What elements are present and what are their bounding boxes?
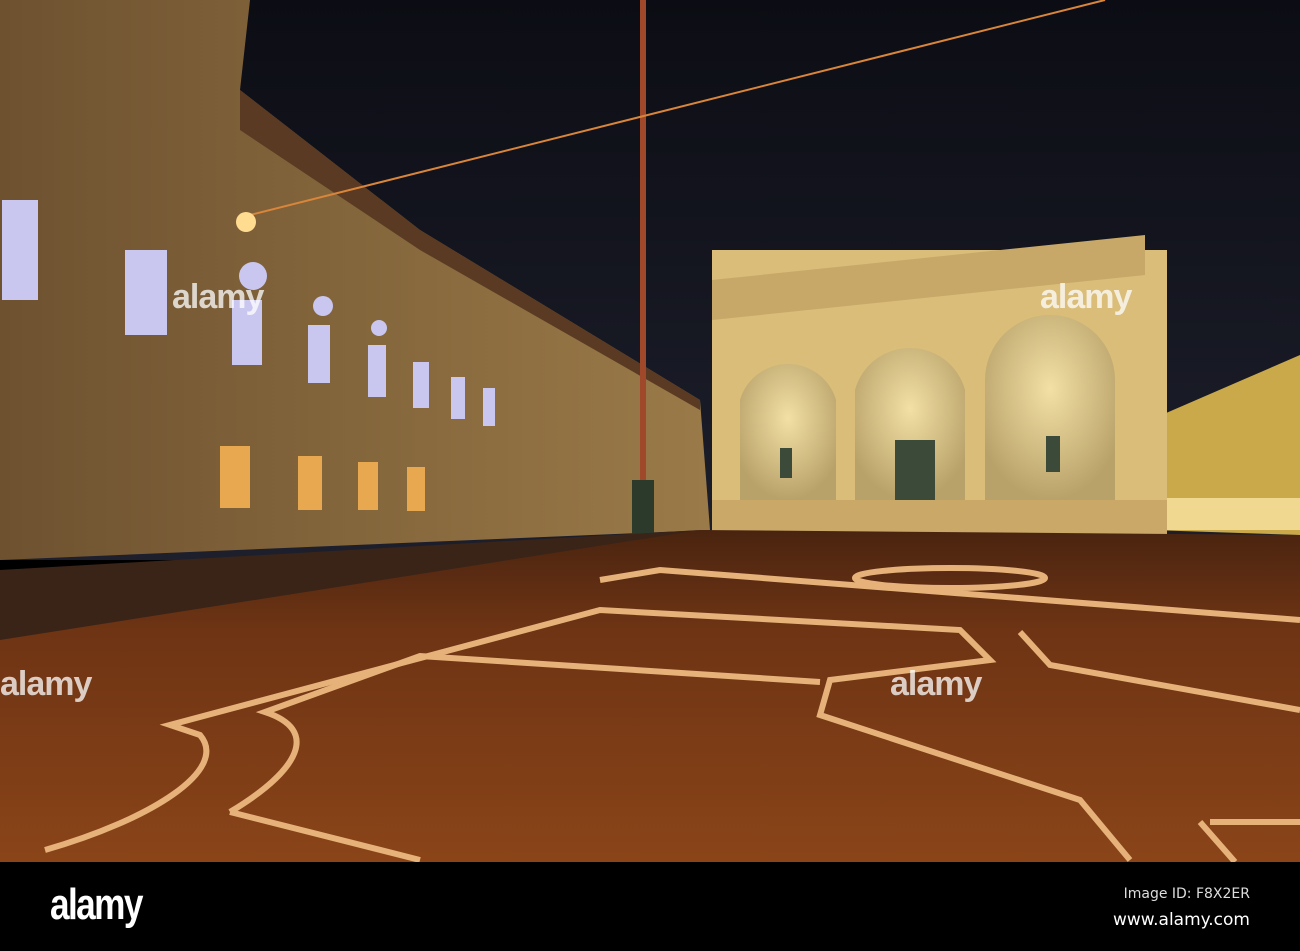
image-id: Image ID: F8X2ER <box>1123 886 1250 902</box>
site-url: www.alamy.com <box>1112 910 1250 930</box>
footer-bar: alamy Image ID: F8X2ER www.alamy.com <box>0 862 1300 951</box>
watermark: alamy <box>890 665 982 703</box>
watermark: alamy <box>0 665 92 703</box>
watermark: alamy <box>1040 278 1132 316</box>
night-plaza-photo <box>0 0 1300 862</box>
alamy-logo: alamy <box>50 880 143 929</box>
watermark: alamy <box>172 278 264 316</box>
flag-pole <box>640 0 646 510</box>
